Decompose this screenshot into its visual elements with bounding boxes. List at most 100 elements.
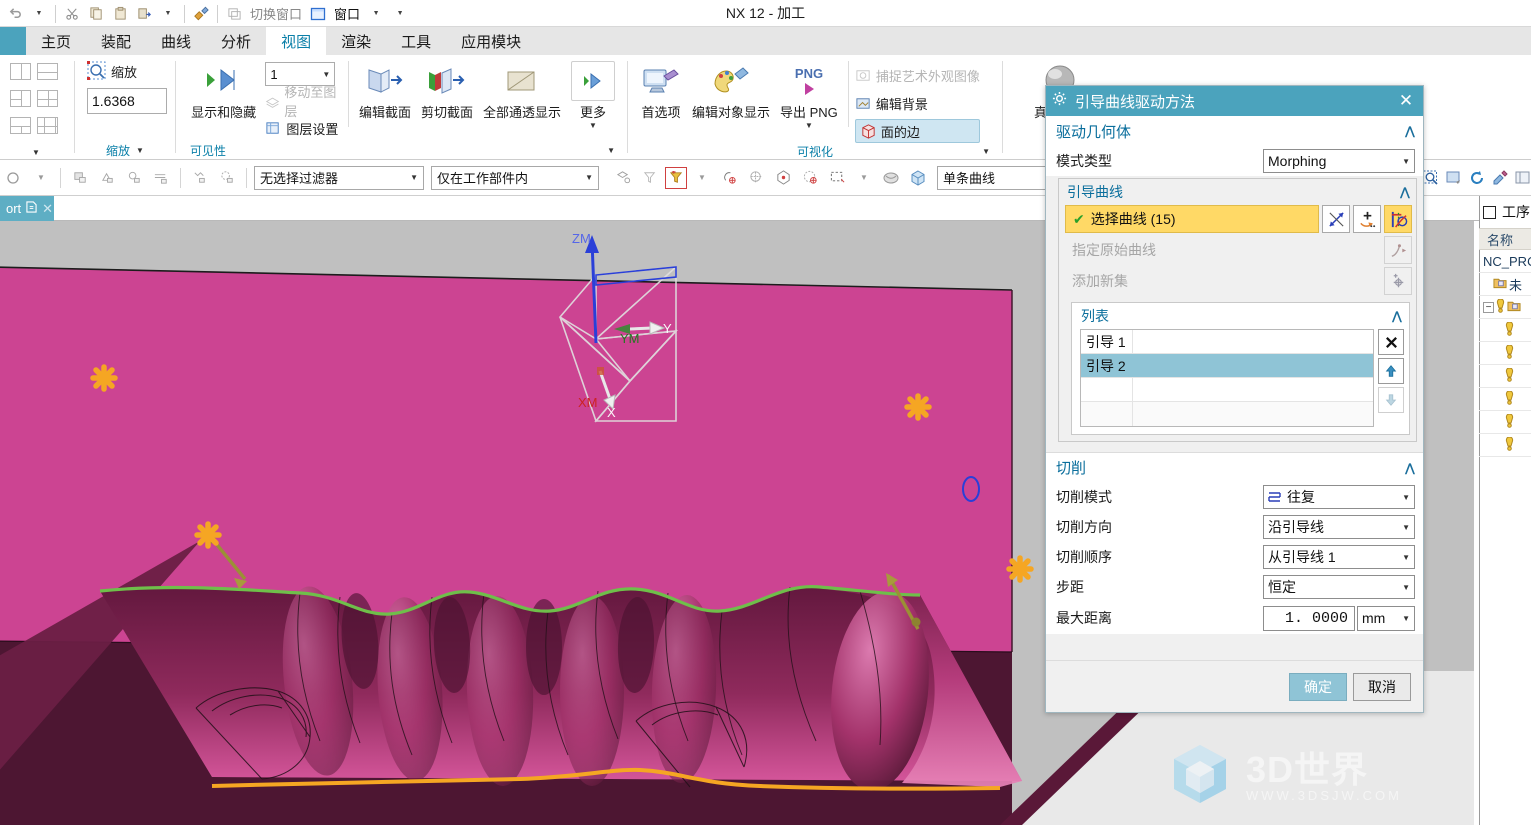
ok-button[interactable]: 确定 <box>1289 672 1347 701</box>
cancel-button[interactable]: 取消 <box>1353 672 1411 701</box>
drive-geometry-section-header[interactable]: 驱动几何体 ⋀ <box>1046 116 1423 146</box>
face-select-icon[interactable] <box>879 166 903 190</box>
select-rect-icon[interactable] <box>825 166 849 190</box>
layout-four-icon[interactable] <box>37 90 58 107</box>
list-item[interactable] <box>1479 342 1531 365</box>
list-item[interactable] <box>1479 411 1531 434</box>
select-face-icon[interactable] <box>188 166 212 190</box>
select-point-icon[interactable] <box>122 166 146 190</box>
face-edges-button[interactable]: 面的边 <box>854 119 980 143</box>
tab-render[interactable]: 渲染 <box>326 27 386 55</box>
intersection-curve-icon[interactable] <box>1322 205 1350 233</box>
stepover-combo[interactable]: 恒定 ▼ <box>1263 575 1415 599</box>
table-row[interactable] <box>1081 402 1373 426</box>
layout-three-alt-icon[interactable] <box>10 117 31 134</box>
select-curve-field[interactable]: ✔ 选择曲线 (15) <box>1065 205 1319 233</box>
refresh-icon[interactable] <box>1468 167 1486 189</box>
max-distance-unit-combo[interactable]: mm ▼ <box>1357 605 1415 631</box>
edit-object-icon[interactable] <box>1491 167 1509 189</box>
more-qat-chevron-down-double-icon[interactable]: ▼ <box>389 3 411 25</box>
paste-special-icon[interactable] <box>133 3 155 25</box>
tab-tools[interactable]: 工具 <box>386 27 446 55</box>
close-icon[interactable]: ✕ <box>42 201 53 217</box>
layout-two-vertical-icon[interactable] <box>10 63 31 80</box>
solid-select-icon[interactable] <box>906 166 930 190</box>
zoom-button[interactable]: 缩放 <box>87 59 137 83</box>
cut-pattern-combo[interactable]: 往复 ▼ <box>1263 485 1415 509</box>
visualization-group-chevron-down-icon[interactable]: ▼ <box>982 147 990 156</box>
show-hide-button[interactable]: 显示和隐藏 <box>184 59 263 123</box>
snap-endpoint-icon[interactable] <box>798 166 822 190</box>
tab-home[interactable]: 主页 <box>26 27 86 55</box>
export-png-chevron-down-icon[interactable]: ▼ <box>805 121 813 130</box>
mode-type-combo[interactable]: Morphing ▼ <box>1263 149 1415 173</box>
snap-arc-center-icon[interactable] <box>717 166 741 190</box>
snap-existing-point-icon[interactable] <box>771 166 795 190</box>
clip-section-button[interactable]: 剪切截面 <box>417 59 477 123</box>
window-icon[interactable] <box>307 3 329 25</box>
undo-icon[interactable] <box>4 3 26 25</box>
close-icon[interactable]: ✕ <box>1395 91 1417 111</box>
copy-icon[interactable] <box>85 3 107 25</box>
dialog-title-bar[interactable]: 引导曲线驱动方法 ✕ <box>1046 86 1423 116</box>
operation-checkbox[interactable] <box>1483 205 1496 219</box>
selection-scope-dropdown-icon[interactable]: ▼ <box>29 166 53 190</box>
snap-filter-icon[interactable] <box>638 166 662 190</box>
list-item[interactable]: − <box>1479 296 1531 319</box>
guide-curve-drive-method-dialog[interactable]: 引导曲线驱动方法 ✕ 驱动几何体 ⋀ 模式类型 Morphing ▼ 引导曲线 … <box>1045 85 1424 713</box>
zoom-value-input[interactable]: 1.6368 <box>87 88 167 114</box>
list-item[interactable] <box>1479 319 1531 342</box>
list-item[interactable]: 未 <box>1479 273 1531 296</box>
list-item[interactable]: NC_PRO <box>1479 250 1531 273</box>
more-visibility-button[interactable]: 更多 ▼ <box>567 59 619 132</box>
layout-two-horizontal-icon[interactable] <box>37 63 58 80</box>
layout-group-chevron-down-icon[interactable]: ▼ <box>32 148 40 157</box>
select-general-icon[interactable] <box>68 166 92 190</box>
zoom-find-icon[interactable] <box>1422 167 1440 189</box>
edit-background-button[interactable]: 编辑背景 <box>855 91 980 115</box>
delete-button[interactable] <box>1378 329 1404 355</box>
list-item[interactable] <box>1479 365 1531 388</box>
document-tab[interactable]: ort ✕ <box>0 196 54 221</box>
more-visibility-chevron-down-icon[interactable]: ▼ <box>589 121 597 130</box>
brush-icon[interactable] <box>190 3 212 25</box>
move-up-button[interactable] <box>1378 358 1404 384</box>
snap-toggle-icon[interactable] <box>611 166 635 190</box>
snap-quadrant-icon[interactable] <box>744 166 768 190</box>
tab-curve[interactable]: 曲线 <box>146 27 206 55</box>
selection-scope-combo[interactable]: 仅在工作部件内 ▼ <box>431 165 599 190</box>
undo-dropdown-chevron-down-icon[interactable]: ▼ <box>28 3 50 25</box>
curve-rule-icon[interactable] <box>1384 205 1412 233</box>
chevron-up-icon[interactable]: ⋀ <box>1405 124 1415 138</box>
max-distance-input[interactable]: 1. 0000 <box>1263 605 1355 631</box>
cut-direction-combo[interactable]: 沿引导线 ▼ <box>1263 515 1415 539</box>
list-item[interactable] <box>1479 388 1531 411</box>
clipboard-icon[interactable] <box>109 3 131 25</box>
cut-order-combo[interactable]: 从引导线 1 ▼ <box>1263 545 1415 569</box>
tab-analysis[interactable]: 分析 <box>206 27 266 55</box>
layout-six-icon[interactable] <box>37 117 58 134</box>
visibility-group-chevron-down-icon[interactable]: ▼ <box>607 146 615 155</box>
edit-object-display-button[interactable]: 编辑对象显示 <box>688 59 774 123</box>
select-body-icon[interactable] <box>215 166 239 190</box>
select-feature-icon[interactable] <box>95 166 119 190</box>
window-dropdown-chevron-down-icon[interactable]: ▼ <box>365 3 387 25</box>
table-row[interactable] <box>1081 378 1373 402</box>
snap-dropdown-chevron-down-icon[interactable]: ▼ <box>690 166 714 190</box>
tab-assembly[interactable]: 装配 <box>86 27 146 55</box>
chevron-up-icon[interactable]: ⋀ <box>1392 309 1402 323</box>
scissors-icon[interactable] <box>61 3 83 25</box>
chevron-up-icon[interactable]: ⋀ <box>1400 185 1410 199</box>
selection-scope-chevron-down-icon[interactable] <box>2 166 26 190</box>
all-transparent-button[interactable]: 全部通透显示 <box>479 59 565 123</box>
zoom-group-chevron-down-icon[interactable]: ▼ <box>136 146 144 155</box>
tab-application-modules[interactable]: 应用模块 <box>446 27 536 55</box>
export-png-button[interactable]: PNG 导出 PNG ▼ <box>776 59 842 132</box>
paste-dropdown-chevron-down-icon[interactable]: ▼ <box>157 3 179 25</box>
layer-settings-button[interactable]: 图层设置 <box>265 116 342 140</box>
list-item[interactable] <box>1479 434 1531 457</box>
list-header[interactable]: 列表 ⋀ <box>1072 303 1409 329</box>
select-edge-icon[interactable] <box>149 166 173 190</box>
preferences-button[interactable]: 首选项 <box>636 59 686 123</box>
cutting-section-header[interactable]: 切削 ⋀ <box>1046 452 1423 482</box>
